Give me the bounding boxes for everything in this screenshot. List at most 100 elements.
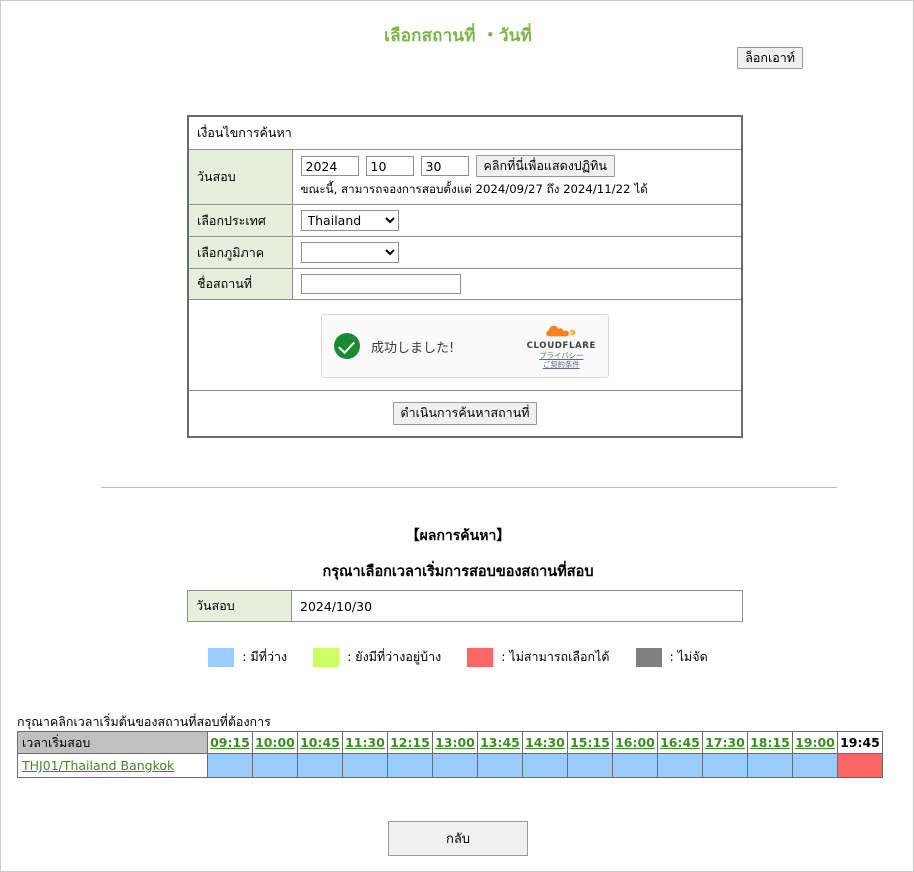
availability-cell-1900[interactable] [792,753,838,778]
result-exam-date-table: วันสอบ 2024/10/30 [187,590,743,622]
country-value-cell: Thailand [291,204,743,238]
legend-label-limited: : ยังมีที่ว่างอยู่บ้าง [347,649,442,664]
timeslot-header-1515[interactable]: 15:15 [567,731,613,754]
venue-name-input[interactable] [300,274,461,295]
country-label: เลือกประเทศ [187,204,293,238]
legend-swatch-not-held [635,647,662,667]
timeslot-link-1730[interactable]: 17:30 [705,735,745,750]
timeslot-link-1900[interactable]: 19:00 [795,735,835,750]
region-value-cell [291,236,743,270]
search-criteria-table: เงื่อนไขการค้นหา วันสอบ คลิกที่นี่เพื่อแ… [187,115,743,438]
timeslot-header-1945: 19:45 [837,731,883,754]
timeslot-link-1345[interactable]: 13:45 [480,735,520,750]
captcha-links: プライバシー ご契約条件 [527,351,596,370]
section-divider [101,487,837,488]
timeslot-header-1900[interactable]: 19:00 [792,731,838,754]
show-calendar-button[interactable]: คลิกที่นี่เพื่อแสดงปฏิทิน [475,155,615,178]
timeslot-header-0915[interactable]: 09:15 [207,731,253,754]
availability-cell-1430[interactable] [522,753,568,778]
criteria-row-region: เลือกภูมิภาค [187,236,743,270]
timeslot-link-1515[interactable]: 15:15 [570,735,610,750]
timeslot-link-1600[interactable]: 16:00 [615,735,655,750]
timeslot-header-1045[interactable]: 10:45 [297,731,343,754]
timeslot-link-1430[interactable]: 14:30 [525,735,565,750]
availability-cell-1600[interactable] [612,753,658,778]
timeslot-header-row: เวลาเริ่มสอบ 09:15 10:00 10:45 11:30 12:15 13… [17,731,883,754]
timeslot-venue-row: THJ01/Thailand Bangkok [17,753,883,778]
region-select[interactable] [300,242,399,264]
availability-cell-1645[interactable] [657,753,703,778]
timeslot-header-1000[interactable]: 10:00 [252,731,298,754]
timeslot-table-head: เวลาเริ่มสอบ 09:15 10:00 10:45 11:30 12:15 13… [17,731,883,754]
venue-link[interactable]: THJ01/Thailand Bangkok [22,758,174,773]
availability-cell-1815[interactable] [747,753,793,778]
date-input-group: คลิกที่นี่เพื่อแสดงปฏิทิน [300,155,734,178]
availability-cell-1045[interactable] [297,753,343,778]
timeslot-header-1815[interactable]: 18:15 [747,731,793,754]
timeslot-link-1300[interactable]: 13:00 [435,735,475,750]
success-check-icon [334,333,360,360]
terms-link[interactable]: ご契約条件 [527,360,596,369]
page-root: เลือกสถานที่ ・วันที่ ล็อกเอาท์ เงื่อนไขก… [0,0,914,872]
timeslot-link-1215[interactable]: 12:15 [390,735,430,750]
exam-month-input[interactable] [365,156,414,177]
legend-item-limited: : ยังมีที่ว่างอยู่บ้าง [313,647,441,667]
timeslot-link-1045[interactable]: 10:45 [300,735,340,750]
page-title: เลือกสถานที่ ・วันที่ [384,26,532,46]
exam-day-input[interactable] [420,156,469,177]
criteria-row-exam-date: วันสอบ คลิกที่นี่เพื่อแสดงปฏิทิน ขณะนี้,… [187,148,743,206]
result-exam-date-label: วันสอบ [187,590,292,622]
timeslot-header-1215[interactable]: 12:15 [387,731,433,754]
timeslot-table: เวลาเริ่มสอบ 09:15 10:00 10:45 11:30 12:15 13… [17,731,883,778]
timeslot-link-1815[interactable]: 18:15 [750,735,790,750]
timeslot-header-1130[interactable]: 11:30 [342,731,388,754]
criteria-row-search-button: ดำเนินการค้นหาสถานที่ [187,390,743,438]
availability-cell-1000[interactable] [252,753,298,778]
country-select[interactable]: Thailand [300,210,399,232]
availability-cell-1300[interactable] [432,753,478,778]
timeslot-table-body: THJ01/Thailand Bangkok [17,753,883,778]
availability-cell-1345[interactable] [477,753,523,778]
result-exam-date-value: 2024/10/30 [291,590,743,622]
search-venue-button[interactable]: ดำเนินการค้นหาสถานที่ [392,402,538,425]
legend-item-not-held: : ไม่จัด [635,647,708,667]
search-button-cell: ดำเนินการค้นหาสถานที่ [187,390,743,438]
timeslot-header-1300[interactable]: 13:00 [432,731,478,754]
timeslot-link-1645[interactable]: 16:45 [660,735,700,750]
availability-cell-1215[interactable] [387,753,433,778]
timeslot-link-1000[interactable]: 10:00 [255,735,295,750]
captcha-cell: 成功しました! CLOUDFLARE プライバシー ご契約条件 [187,299,743,392]
criteria-row-captcha: 成功しました! CLOUDFLARE プライバシー ご契約条件 [187,299,743,392]
exam-year-input[interactable] [300,156,359,177]
timeslot-header-1345[interactable]: 13:45 [477,731,523,754]
timeslot-link-0915[interactable]: 09:15 [210,735,250,750]
availability-legend: : มีที่ว่าง : ยังมีที่ว่างอยู่บ้าง : ไม่… [1,647,914,667]
results-subheading: กรุณาเลือกเวลาเริ่มการสอบของสถานที่สอบ [322,564,594,580]
timeslot-header-1430[interactable]: 14:30 [522,731,568,754]
logout-button[interactable]: ล็อกเอาท์ [737,47,803,70]
availability-cell-1515[interactable] [567,753,613,778]
legend-item-available: : มีที่ว่าง [208,647,287,667]
exam-date-label: วันสอบ [187,148,293,206]
legend-label-not-held: : ไม่จัด [669,649,708,664]
cloudflare-brand: CLOUDFLARE プライバシー ご契約条件 [527,323,596,369]
venue-name-label: ชื่อสถานที่ [187,268,293,301]
venue-name-value-cell [291,268,743,301]
captcha-status-text: 成功しました! [371,340,455,356]
timeslot-header-1600[interactable]: 16:00 [612,731,658,754]
legend-label-available: : มีที่ว่าง [242,649,288,664]
timeslot-link-1130[interactable]: 11:30 [345,735,385,750]
timeslot-header-1730[interactable]: 17:30 [702,731,748,754]
availability-cell-1730[interactable] [702,753,748,778]
availability-cell-0915[interactable] [207,753,253,778]
back-button[interactable]: กลับ [388,821,528,856]
legend-swatch-available [208,647,235,667]
venue-name-cell[interactable]: THJ01/Thailand Bangkok [17,753,208,778]
availability-cell-1130[interactable] [342,753,388,778]
criteria-header-row: เงื่อนไขการค้นหา [187,115,743,150]
cloudflare-turnstile-widget[interactable]: 成功しました! CLOUDFLARE プライバシー ご契約条件 [321,314,609,379]
cloud-icon [546,326,576,337]
timeslot-header-1645[interactable]: 16:45 [657,731,703,754]
region-label: เลือกภูมิภาค [187,236,293,270]
privacy-link[interactable]: プライバシー [527,351,596,360]
